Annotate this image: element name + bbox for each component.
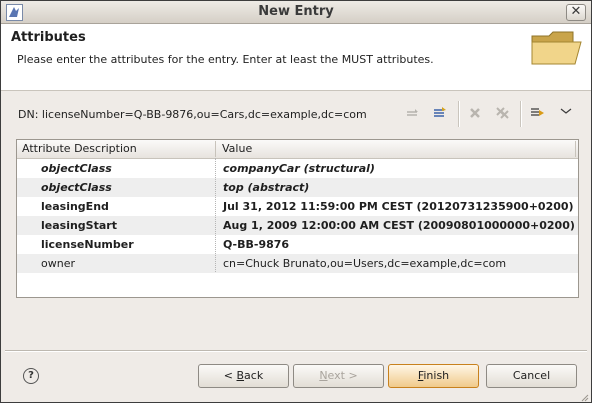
- wizard-header: Attributes Please enter the attributes f…: [1, 24, 591, 91]
- value-cell[interactable]: Aug 1, 2009 12:00:00 AM CEST (2009080100…: [223, 219, 575, 232]
- attribute-cell: objectClass: [41, 181, 112, 194]
- column-header-attribute[interactable]: Attribute Description: [22, 142, 137, 155]
- dn-display: DN: licenseNumber=Q-BB-9876,ou=Cars,dc=e…: [18, 108, 367, 121]
- back-button[interactable]: < Back: [198, 364, 289, 388]
- resize-grip-icon[interactable]: [581, 392, 589, 402]
- window-title: New Entry: [258, 4, 334, 19]
- back-label-mnemonic: B: [236, 369, 245, 382]
- value-cell[interactable]: top (abstract): [223, 181, 309, 194]
- back-label-rest: ack: [244, 369, 264, 382]
- help-icon[interactable]: ?: [23, 368, 39, 384]
- new-entry-dialog: New Entry ✕ Attributes Please enter the …: [0, 0, 592, 403]
- table-header: Attribute Description Value: [17, 140, 578, 159]
- move-up-icon[interactable]: [403, 102, 423, 124]
- table-row[interactable]: licenseNumber Q-BB-9876: [17, 235, 578, 254]
- value-cell[interactable]: Q-BB-9876: [223, 238, 289, 251]
- attribute-cell: leasingStart: [41, 219, 117, 232]
- value-cell[interactable]: Jul 31, 2012 11:59:00 PM CEST (201207312…: [223, 200, 574, 213]
- edit-value-icon[interactable]: [430, 102, 450, 124]
- attribute-cell: licenseNumber: [41, 238, 134, 251]
- attribute-cell: objectClass: [41, 162, 112, 175]
- button-bar-separator: [5, 350, 587, 352]
- value-cell[interactable]: companyCar (structural): [223, 162, 375, 175]
- next-button[interactable]: Next >: [293, 364, 384, 388]
- title-bar: New Entry ✕: [1, 1, 591, 24]
- table-row[interactable]: leasingEnd Jul 31, 2012 11:59:00 PM CEST…: [17, 197, 578, 216]
- dn-value: licenseNumber=Q-BB-9876,ou=Cars,dc=examp…: [41, 108, 367, 121]
- attributes-table[interactable]: Attribute Description Value objectClass …: [16, 139, 579, 298]
- delete-icon[interactable]: [466, 102, 486, 124]
- page-description: Please enter the attributes for the entr…: [17, 53, 434, 66]
- attribute-cell: leasingEnd: [41, 200, 109, 213]
- table-row[interactable]: objectClass top (abstract): [17, 178, 578, 197]
- column-header-value[interactable]: Value: [222, 142, 252, 155]
- next-label-rest: ext >: [327, 369, 358, 382]
- table-row[interactable]: objectClass companyCar (structural): [17, 159, 578, 178]
- view-menu-icon[interactable]: [556, 102, 576, 124]
- table-row[interactable]: leasingStart Aug 1, 2009 12:00:00 AM CES…: [17, 216, 578, 235]
- attribute-cell: owner: [41, 257, 75, 270]
- delete-all-icon[interactable]: [493, 102, 513, 124]
- folder-icon: [529, 28, 585, 71]
- finish-button[interactable]: Finish: [388, 364, 479, 388]
- back-label-prefix: <: [223, 369, 237, 382]
- close-button[interactable]: ✕: [566, 4, 586, 21]
- dn-label: DN:: [18, 108, 39, 121]
- value-cell[interactable]: cn=Chuck Brunato,ou=Users,dc=example,dc=…: [223, 257, 506, 270]
- add-attribute-icon[interactable]: [527, 102, 547, 124]
- next-label-mnemonic: N: [319, 369, 328, 382]
- finish-label-rest: inish: [423, 369, 450, 382]
- table-row[interactable]: owner cn=Chuck Brunato,ou=Users,dc=examp…: [17, 254, 578, 273]
- page-title: Attributes: [11, 30, 86, 45]
- cancel-button[interactable]: Cancel: [486, 364, 577, 388]
